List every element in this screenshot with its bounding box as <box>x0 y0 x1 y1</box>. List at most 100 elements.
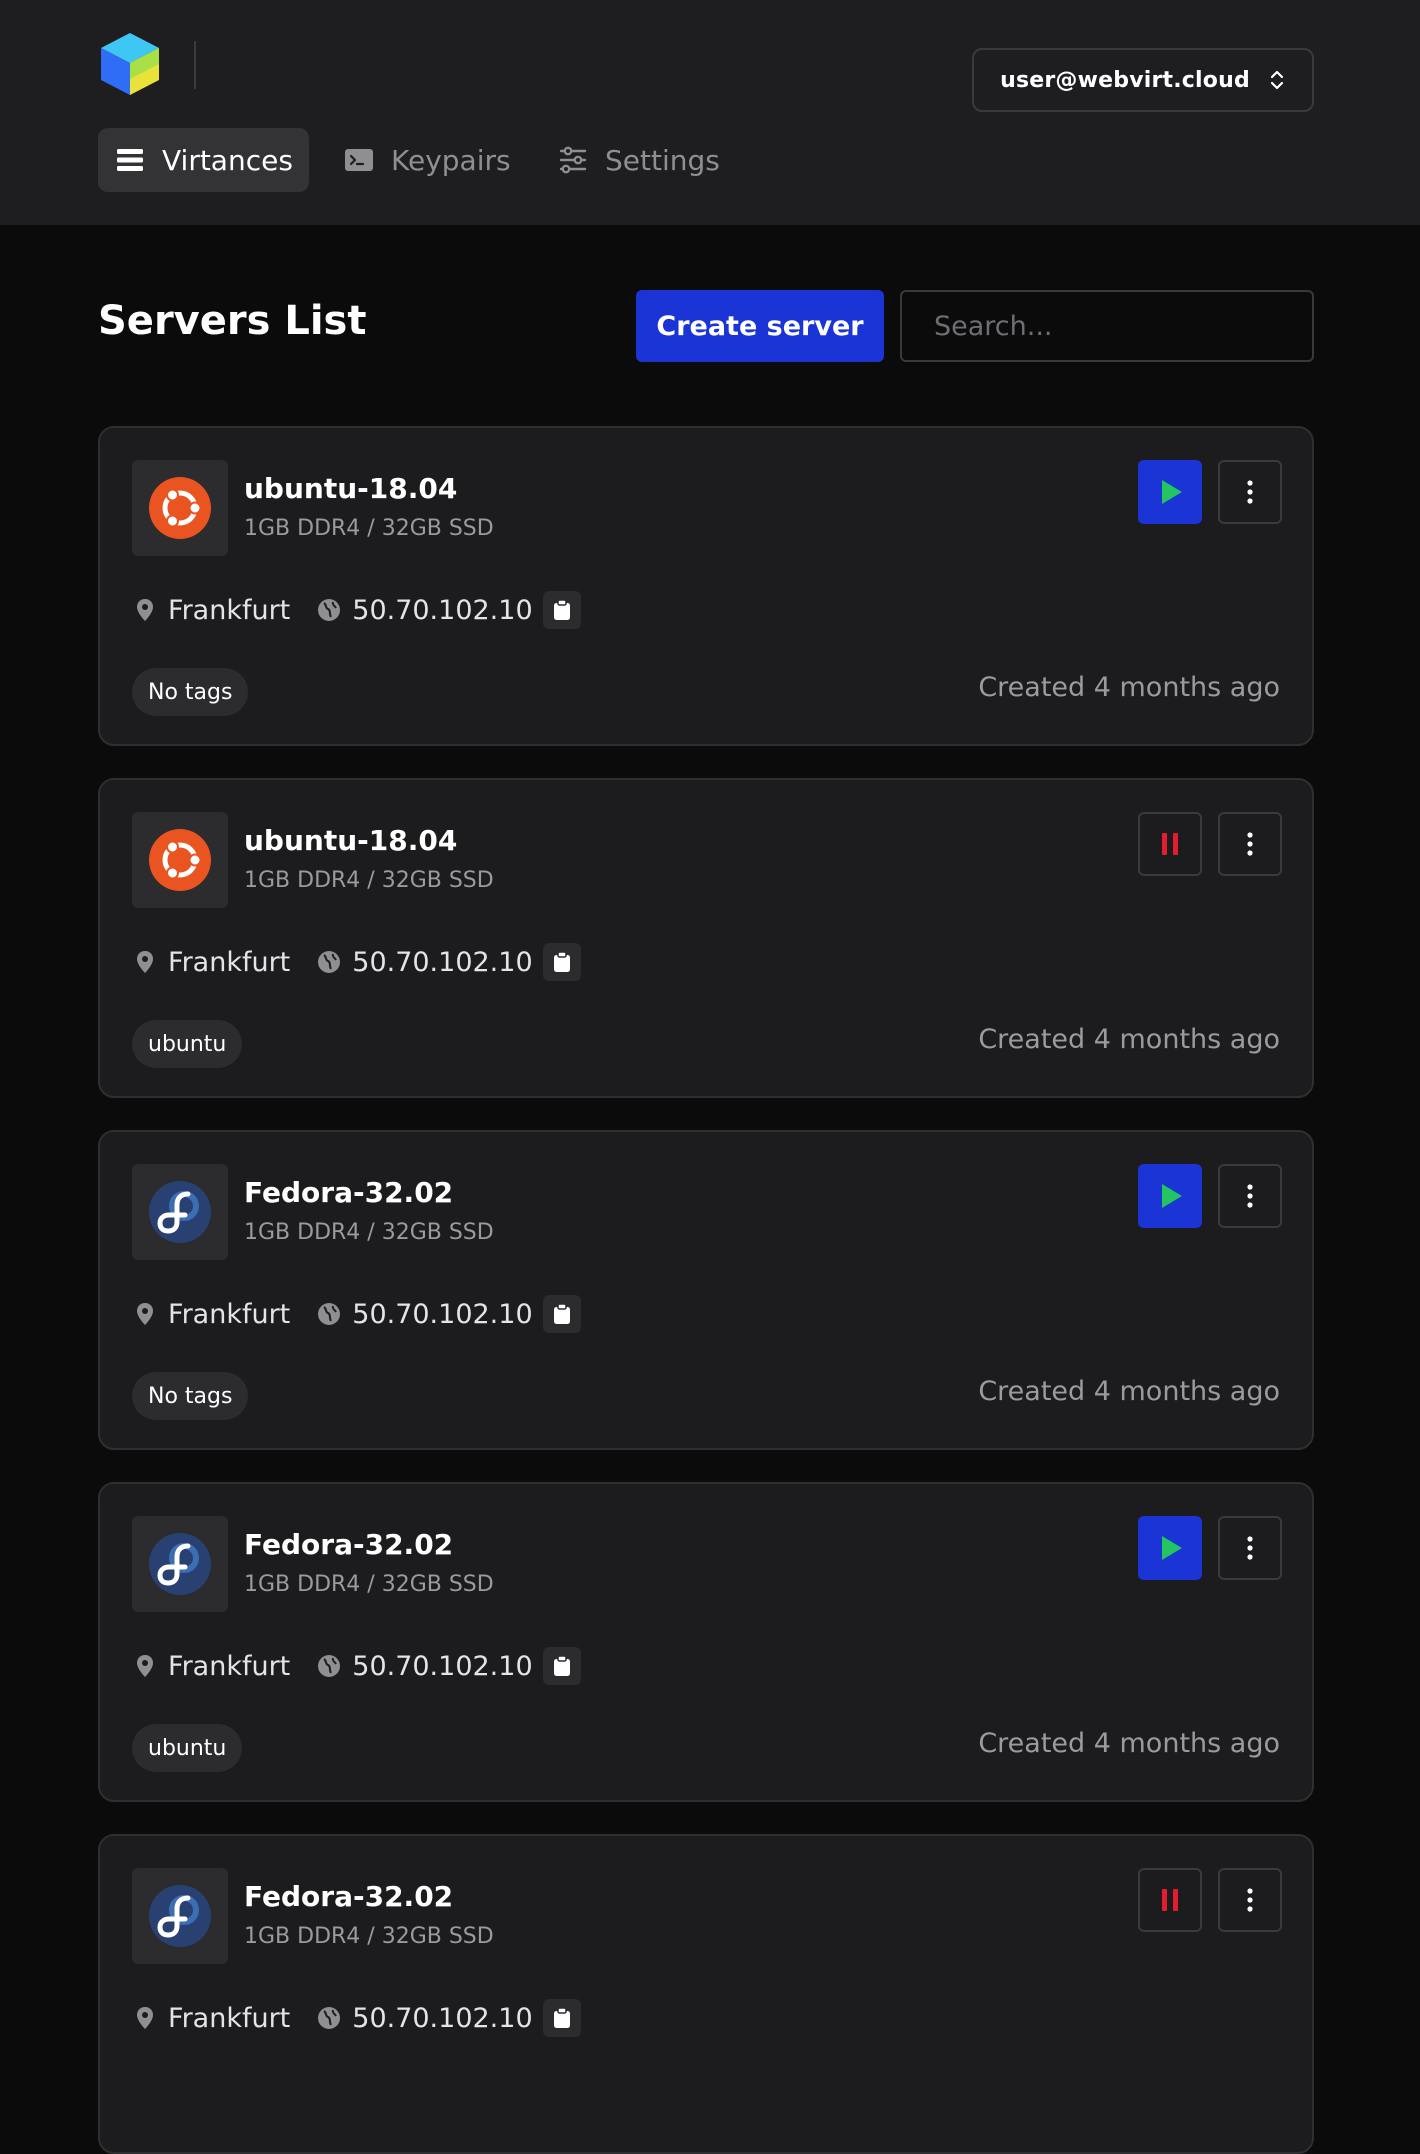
clipboard-icon <box>553 1303 570 1324</box>
server-ip: 50.70.102.10 <box>352 946 533 978</box>
server-name[interactable]: Fedora-32.02 <box>244 1528 453 1561</box>
play-icon <box>1162 1184 1182 1208</box>
chevron-up-down-icon <box>1270 70 1284 90</box>
ubuntu-logo-icon <box>149 829 211 891</box>
tab-keypairs[interactable]: Keypairs <box>327 128 527 192</box>
fedora-logo-icon <box>149 1885 211 1947</box>
server-location: Frankfurt <box>168 1650 291 1682</box>
server-tag[interactable]: ubuntu <box>132 1020 243 1068</box>
os-logo <box>132 1164 228 1260</box>
search-input[interactable] <box>900 290 1314 362</box>
server-name[interactable]: Fedora-32.02 <box>244 1176 453 1209</box>
user-menu-button[interactable]: user@webvirt.cloud <box>972 48 1314 112</box>
server-name[interactable]: ubuntu-18.04 <box>244 472 457 505</box>
server-tag[interactable]: ubuntu <box>132 1724 243 1772</box>
more-menu-button[interactable] <box>1218 1516 1282 1580</box>
clipboard-icon <box>553 951 570 972</box>
list-icon <box>117 149 143 171</box>
server-meta: Frankfurt 50.70.102.10 <box>132 942 581 982</box>
tab-keypairs-label: Keypairs <box>391 143 511 177</box>
server-spec: 1GB DDR4 / 32GB SSD <box>244 1572 494 1597</box>
server-ip: 50.70.102.10 <box>352 1298 533 1330</box>
page-title: Servers List <box>98 298 367 344</box>
copy-ip-button[interactable] <box>542 1647 581 1685</box>
created-time: Created 4 months ago <box>978 672 1280 703</box>
fedora-logo-icon <box>149 1181 211 1243</box>
server-tag[interactable]: No tags <box>132 1372 249 1420</box>
server-spec: 1GB DDR4 / 32GB SSD <box>244 1220 494 1245</box>
server-ip: 50.70.102.10 <box>352 594 533 626</box>
play-icon <box>1162 1536 1182 1560</box>
server-tag[interactable]: No tags <box>132 668 249 716</box>
globe-icon <box>318 1303 341 1325</box>
server-card: Fedora-32.02 1GB DDR4 / 32GB SSD Frankfu… <box>98 1834 1314 2154</box>
clipboard-icon <box>553 1655 570 1676</box>
tab-settings-label: Settings <box>605 143 720 177</box>
pause-server-button[interactable] <box>1138 1868 1202 1932</box>
start-server-button[interactable] <box>1138 460 1202 524</box>
more-menu-button[interactable] <box>1218 812 1282 876</box>
server-name[interactable]: Fedora-32.02 <box>244 1880 453 1913</box>
created-time: Created 4 months ago <box>978 1728 1280 1759</box>
server-spec: 1GB DDR4 / 32GB SSD <box>244 516 494 541</box>
clipboard-icon <box>553 2007 570 2028</box>
start-server-button[interactable] <box>1138 1516 1202 1580</box>
map-pin-icon <box>137 2007 153 2029</box>
created-time: Created 4 months ago <box>978 1024 1280 1055</box>
server-location: Frankfurt <box>168 2002 291 2034</box>
more-vertical-icon <box>1247 1184 1253 1208</box>
map-pin-icon <box>137 951 153 973</box>
os-logo <box>132 1868 228 1964</box>
server-location: Frankfurt <box>168 946 291 978</box>
copy-ip-button[interactable] <box>542 1295 581 1333</box>
os-logo <box>132 460 228 556</box>
copy-ip-button[interactable] <box>542 943 581 981</box>
map-pin-icon <box>137 1655 153 1677</box>
start-server-button[interactable] <box>1138 1164 1202 1228</box>
fedora-logo-icon <box>149 1533 211 1595</box>
server-card: ubuntu-18.04 1GB DDR4 / 32GB SSD Frankfu… <box>98 426 1314 746</box>
terminal-icon <box>345 149 373 171</box>
map-pin-icon <box>137 1303 153 1325</box>
sliders-icon <box>559 146 587 174</box>
play-icon <box>1162 480 1182 504</box>
server-meta: Frankfurt 50.70.102.10 <box>132 1294 581 1334</box>
logo-divider <box>194 41 196 89</box>
more-vertical-icon <box>1247 1536 1253 1560</box>
copy-ip-button[interactable] <box>542 1999 581 2037</box>
more-menu-button[interactable] <box>1218 460 1282 524</box>
more-vertical-icon <box>1247 832 1253 856</box>
pause-icon <box>1162 1889 1178 1911</box>
clipboard-icon <box>553 599 570 620</box>
user-email: user@webvirt.cloud <box>1000 67 1250 93</box>
server-meta: Frankfurt 50.70.102.10 <box>132 1646 581 1686</box>
globe-icon <box>318 2007 341 2029</box>
server-meta: Frankfurt 50.70.102.10 <box>132 590 581 630</box>
more-menu-button[interactable] <box>1218 1868 1282 1932</box>
map-pin-icon <box>137 599 153 621</box>
create-server-button[interactable]: Create server <box>636 290 884 362</box>
server-spec: 1GB DDR4 / 32GB SSD <box>244 1924 494 1949</box>
os-logo <box>132 812 228 908</box>
server-ip: 50.70.102.10 <box>352 1650 533 1682</box>
os-logo <box>132 1516 228 1612</box>
cube-logo-icon[interactable] <box>99 31 161 97</box>
server-spec: 1GB DDR4 / 32GB SSD <box>244 868 494 893</box>
copy-ip-button[interactable] <box>542 591 581 629</box>
globe-icon <box>318 1655 341 1677</box>
more-vertical-icon <box>1247 1888 1253 1912</box>
tab-virtances-label: Virtances <box>162 143 293 177</box>
tab-settings[interactable]: Settings <box>541 128 736 192</box>
server-location: Frankfurt <box>168 594 291 626</box>
server-ip: 50.70.102.10 <box>352 2002 533 2034</box>
created-time: Created 4 months ago <box>978 1376 1280 1407</box>
server-card: Fedora-32.02 1GB DDR4 / 32GB SSD Frankfu… <box>98 1482 1314 1802</box>
server-card: ubuntu-18.04 1GB DDR4 / 32GB SSD Frankfu… <box>98 778 1314 1098</box>
more-menu-button[interactable] <box>1218 1164 1282 1228</box>
tab-virtances[interactable]: Virtances <box>98 128 309 192</box>
server-name[interactable]: ubuntu-18.04 <box>244 824 457 857</box>
globe-icon <box>318 599 341 621</box>
server-card: Fedora-32.02 1GB DDR4 / 32GB SSD Frankfu… <box>98 1130 1314 1450</box>
pause-server-button[interactable] <box>1138 812 1202 876</box>
globe-icon <box>318 951 341 973</box>
